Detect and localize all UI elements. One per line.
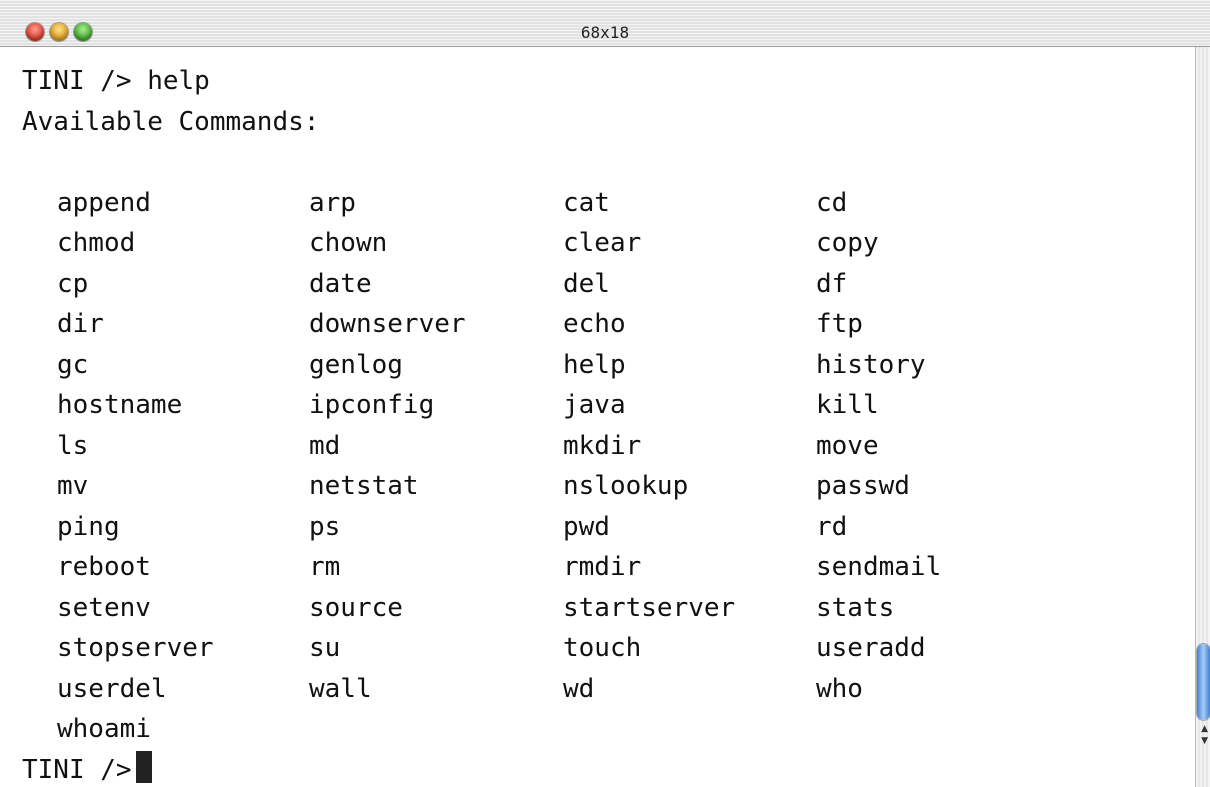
command-item: touch [563, 633, 642, 663]
command-item: hostname [57, 390, 183, 420]
command-item: copy [816, 228, 879, 258]
command-item: mv [57, 471, 89, 501]
command-row: whoami [22, 709, 319, 750]
commands-grid: append arp cat cd chmod chown clear copy cp date d… [22, 183, 941, 750]
command-item: kill [816, 390, 879, 420]
command-item: clear [563, 228, 642, 258]
command-item: rmdir [563, 552, 642, 582]
command-item: echo [563, 309, 626, 339]
terminal-window: 68x18 TINI /> help Available Commands: a… [0, 0, 1210, 787]
command-item: history [816, 349, 926, 380]
command-item: dir [57, 309, 104, 339]
command-item: ftp [816, 309, 863, 339]
command-item: md [309, 430, 341, 461]
command-item: append [57, 187, 151, 218]
command-item: userdel [57, 673, 167, 704]
command-item: cp [57, 268, 89, 299]
command-row: userdel wall wd who [22, 669, 863, 710]
scroll-down-arrow-icon[interactable]: ▼ [1201, 736, 1208, 746]
command-item: java [563, 390, 626, 420]
command-item: ps [309, 511, 341, 542]
current-prompt-line: TINI /> [22, 750, 319, 787]
command-item: genlog [309, 349, 403, 380]
command-item: del [563, 268, 610, 299]
command-item: whoami [57, 714, 151, 744]
command-item: su [309, 633, 341, 663]
command-row: gc genlog help history [22, 345, 926, 386]
window-title: 68x18 [580, 23, 630, 42]
command-item: ls [57, 430, 89, 461]
command-item: nslookup [563, 471, 689, 501]
command-row: hostname ipconfig java kill [22, 385, 879, 426]
command-item: wall [309, 673, 372, 704]
commands-header: Available Commands: [22, 106, 320, 137]
command-item: ipconfig [309, 390, 435, 420]
command-item: downserver [309, 309, 466, 339]
command-item: mkdir [563, 430, 642, 461]
command-row: reboot rm rmdir sendmail [22, 547, 941, 588]
command-item: pwd [563, 511, 610, 542]
command-item: chown [309, 228, 388, 258]
command-item: passwd [816, 471, 910, 501]
command-item: rm [309, 552, 341, 582]
terminal-output: TINI /> help Available Commands: append a… [22, 61, 941, 787]
command-row: ls md mkdir move [22, 426, 879, 467]
prompt-line: TINI /> help [22, 66, 210, 96]
command-row: chmod chown clear copy [22, 223, 879, 264]
command-item: stats [816, 592, 895, 623]
command-item: date [309, 268, 372, 299]
command-item: gc [57, 349, 89, 380]
command-item: df [816, 268, 848, 299]
command-item: netstat [309, 471, 419, 501]
title-bar[interactable]: 68x18 [0, 0, 1210, 47]
command-item: startserver [563, 592, 736, 623]
current-prompt: TINI /> [22, 754, 132, 785]
command-item: wd [563, 673, 595, 704]
command-item: cd [816, 187, 848, 218]
command-row: append arp cat cd [22, 183, 847, 224]
command-item: sendmail [816, 552, 942, 582]
command-item: help [563, 349, 626, 380]
command-item: source [309, 592, 403, 623]
command-item: stopserver [57, 633, 214, 663]
command-item: who [816, 673, 863, 704]
command-row: stopserver su touch useradd [22, 628, 926, 669]
command-item: setenv [57, 592, 151, 623]
command-item: rd [816, 511, 848, 542]
command-item: useradd [816, 633, 926, 663]
command-item: ping [57, 511, 120, 542]
command-item: arp [309, 187, 356, 218]
command-item: move [816, 430, 879, 461]
terminal-content[interactable]: TINI /> help Available Commands: append a… [0, 47, 1196, 787]
command-row: dir downserver echo ftp [22, 304, 863, 345]
command-item: reboot [57, 552, 151, 582]
command-row: mv netstat nslookup passwd [22, 466, 910, 507]
scroll-up-arrow-icon[interactable]: ▲ [1201, 724, 1208, 734]
command-item: cat [563, 187, 610, 218]
command-row: ping ps pwd rd [22, 507, 847, 548]
command-item: chmod [57, 228, 136, 258]
vertical-scrollbar[interactable]: ▲ ▼ [1195, 47, 1210, 787]
text-cursor [135, 750, 152, 783]
command-row: cp date del df [22, 264, 847, 305]
scrollbar-thumb[interactable] [1197, 644, 1210, 720]
command-row: setenv source startserver stats [22, 588, 894, 629]
